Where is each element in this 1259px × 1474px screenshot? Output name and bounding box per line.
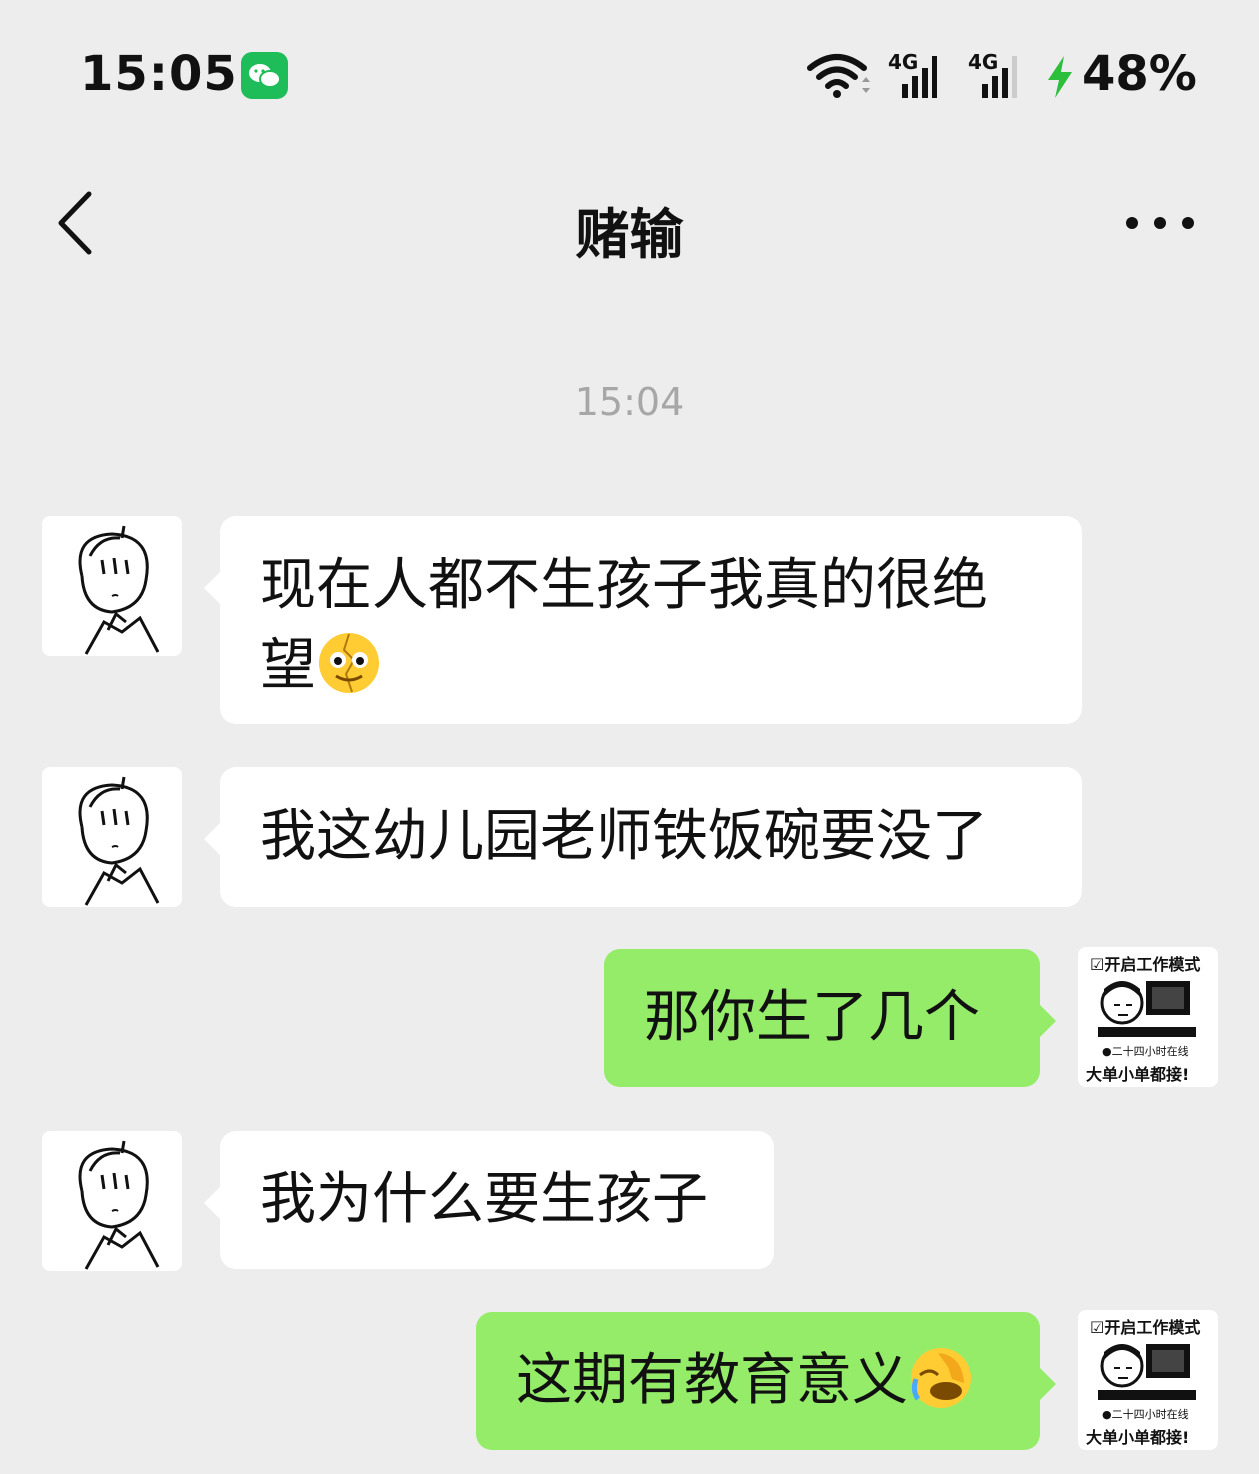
avatar-caption-top: ☑开启工作模式 <box>1090 955 1201 974</box>
broken-heart-face-emoji-icon <box>319 633 379 693</box>
message-bubble-received[interactable]: 我为什么要生孩子 <box>204 1131 774 1269</box>
signal-icon-sim1: 4G <box>888 50 938 104</box>
message-text: 现在人都不生孩子我真的很绝 <box>260 553 988 618</box>
contact-avatar[interactable] <box>42 767 182 907</box>
avatar-caption-bottom: 大单小单都接! <box>1086 1065 1190 1084</box>
battery-level: 48% <box>1082 46 1197 102</box>
avatar-caption-middle: ●二十四小时在线 <box>1102 1045 1189 1058</box>
status-bar: 15:05 4G 4G 48% <box>0 0 1259 150</box>
status-time: 15:05 <box>80 46 238 102</box>
avatar-caption-middle: ●二十四小时在线 <box>1102 1408 1189 1421</box>
contact-avatar[interactable] <box>42 516 182 656</box>
message-text: 我这幼儿园老师铁饭碗要没了 <box>260 804 988 869</box>
more-dots-icon <box>1126 217 1194 229</box>
message-text: 这期有教育意义 <box>516 1348 908 1413</box>
my-avatar[interactable]: ☑开启工作模式 ●二十四小时在线 大单小单都接! <box>1078 947 1218 1087</box>
doodle-boy-avatar-icon <box>78 525 160 655</box>
message-text: 我为什么要生孩子 <box>260 1167 708 1232</box>
signal-icon-sim2: 4G <box>968 50 1018 104</box>
more-button[interactable] <box>1124 215 1196 235</box>
meme-computer-avatar-icon <box>1098 1344 1196 1400</box>
wifi-icon <box>806 52 872 104</box>
message-bubble-sent[interactable]: 这期有教育意义 <box>476 1312 1056 1450</box>
meme-computer-avatar-icon <box>1098 981 1196 1037</box>
my-avatar[interactable]: ☑开启工作模式 ●二十四小时在线 大单小单都接! <box>1078 1310 1218 1450</box>
contact-avatar[interactable] <box>42 1131 182 1271</box>
doodle-boy-avatar-icon <box>78 776 160 906</box>
facepalm-cry-emoji-icon <box>911 1348 971 1408</box>
avatar-caption-bottom: 大单小单都接! <box>1086 1428 1190 1447</box>
network-type-2: 4G <box>968 50 999 74</box>
avatar-caption-top: ☑开启工作模式 <box>1090 1318 1201 1337</box>
chat-title: 赌输 <box>575 203 684 266</box>
charging-icon <box>1044 54 1076 104</box>
message-bubble-sent[interactable]: 那你生了几个 <box>604 949 1056 1087</box>
doodle-boy-avatar-icon <box>78 1140 160 1270</box>
message-text: 望 <box>260 633 316 698</box>
chat-header: 赌输 <box>0 160 1259 290</box>
message-bubble-received[interactable]: 现在人都不生孩子我真的很绝 望 <box>204 516 1082 724</box>
message-bubble-received[interactable]: 我这幼儿园老师铁饭碗要没了 <box>204 767 1082 907</box>
wechat-notification-icon <box>241 52 288 99</box>
network-type-1: 4G <box>888 50 919 74</box>
message-timestamp: 15:04 <box>574 380 685 424</box>
message-text: 那你生了几个 <box>644 985 980 1050</box>
